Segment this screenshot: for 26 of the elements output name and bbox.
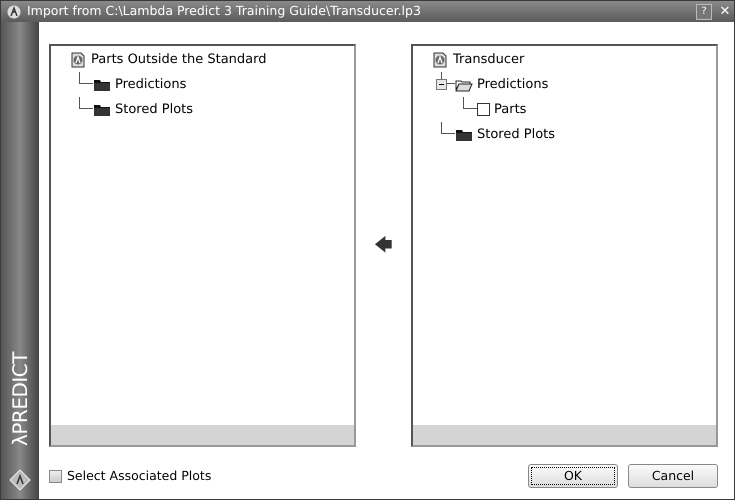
folder-icon <box>455 128 473 142</box>
tree-item-label[interactable]: Predictions <box>477 74 548 94</box>
tree-item-label[interactable]: Parts <box>494 100 526 120</box>
lambda-logo-icon <box>71 52 85 68</box>
open-folder-icon <box>455 78 473 92</box>
help-button[interactable]: ? <box>696 4 712 20</box>
tree-item-label[interactable]: Stored Plots <box>477 124 556 144</box>
close-button[interactable]: ✕ <box>718 4 732 20</box>
logo-icon <box>9 469 31 491</box>
folder-icon <box>93 102 111 116</box>
checkbox[interactable] <box>49 470 62 482</box>
tree-root-label[interactable]: Transducer <box>453 50 524 70</box>
window-title: Import from C:\Lambda Predict 3 Training Guide\Transducer.lp3 <box>27 2 422 20</box>
tree-root-label[interactable]: Parts Outside the Standard <box>91 50 267 70</box>
folder-icon <box>93 78 111 92</box>
checkbox-label[interactable]: Select Associated Plots <box>67 466 518 486</box>
move-left-arrow[interactable]: 🡄 <box>374 232 393 259</box>
brand-text: λPREDICT <box>7 352 33 446</box>
lambda-logo-icon <box>7 4 21 18</box>
tree-item-label[interactable]: Stored Plots <box>115 100 194 120</box>
lambda-logo-icon <box>433 52 447 68</box>
dialog-button[interactable]: Cancel <box>628 464 718 488</box>
collapse-toggle[interactable] <box>436 79 447 90</box>
checkbox[interactable] <box>477 103 490 116</box>
tree-item-label[interactable]: Predictions <box>115 74 186 94</box>
dialog-button[interactable]: OK <box>528 464 618 488</box>
